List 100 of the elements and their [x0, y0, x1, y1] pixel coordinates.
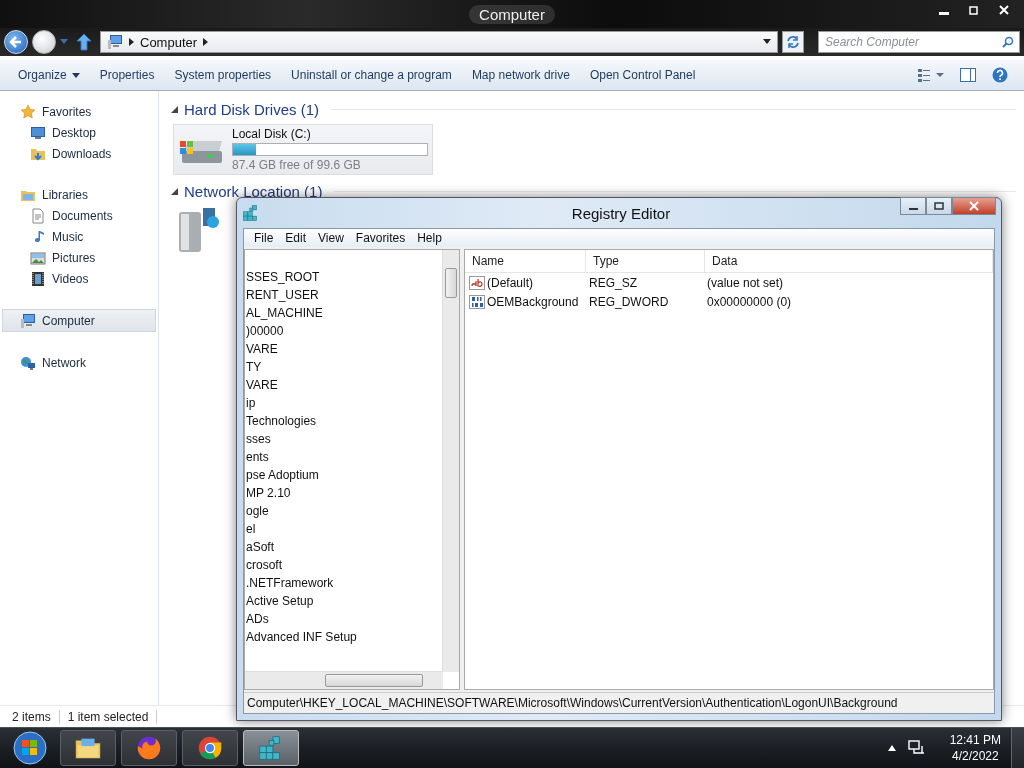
- status-text: 2 items: [4, 710, 60, 724]
- drive-tile[interactable]: Local Disk (C:) 87.4 GB free of 99.6 GB: [173, 124, 433, 175]
- tree-item[interactable]: Technologies: [245, 412, 317, 430]
- tree-item[interactable]: ADs: [245, 610, 269, 628]
- minimize-icon: [939, 11, 949, 15]
- taskbar-button[interactable]: [60, 730, 116, 766]
- tree-item[interactable]: el: [245, 520, 256, 538]
- toolbar-button[interactable]: Uninstall or change a program: [281, 64, 462, 86]
- table-cell-text: (value not set): [706, 275, 784, 290]
- collapse-triangle-icon[interactable]: [171, 106, 178, 113]
- up-arrow-icon[interactable]: [76, 33, 92, 51]
- search-icon: [1002, 36, 1014, 48]
- string-value-icon: [469, 275, 485, 290]
- nav-item[interactable]: Desktop: [0, 122, 158, 143]
- tree-item[interactable]: .NETFramework: [245, 574, 334, 592]
- breadcrumb-item[interactable]: Computer: [140, 34, 198, 50]
- back-arrow-icon: [9, 35, 23, 49]
- tree-item[interactable]: VARE: [245, 340, 278, 358]
- maximize-button[interactable]: [926, 197, 952, 215]
- nav-item[interactable]: Music: [0, 226, 158, 247]
- help-icon: [992, 67, 1008, 83]
- network-icon[interactable]: [907, 740, 926, 756]
- tree-item[interactable]: ents: [245, 448, 269, 466]
- drive-name: Local Disk (C:): [232, 127, 312, 141]
- caret-up-icon[interactable]: [887, 745, 896, 751]
- pane-icon: [960, 68, 976, 82]
- menu-item[interactable]: Help: [411, 231, 448, 245]
- nav-item[interactable]: Network: [0, 352, 158, 373]
- tree-item[interactable]: Active Setup: [245, 592, 314, 610]
- refresh-button[interactable]: [782, 31, 804, 53]
- toolbar-button[interactable]: Organize: [8, 64, 90, 86]
- nav-item[interactable]: Documents: [0, 205, 158, 226]
- computer-icon: [20, 312, 36, 329]
- refresh-icon: [786, 35, 800, 49]
- horizontal-scrollbar[interactable]: [245, 671, 443, 689]
- film-icon: [30, 270, 46, 287]
- nav-item[interactable]: Downloads: [0, 143, 158, 164]
- toolbar-button[interactable]: Properties: [89, 64, 165, 86]
- nav-item[interactable]: Pictures: [0, 247, 158, 268]
- binary-value-icon: [469, 294, 485, 309]
- tree-item[interactable]: pse Adoptium: [245, 466, 319, 484]
- column-header[interactable]: Type: [586, 250, 705, 272]
- chevron-right-icon: [203, 38, 209, 46]
- star-icon: [20, 103, 36, 120]
- tree-item[interactable]: TY: [245, 358, 262, 376]
- toolbar-button[interactable]: Open Control Panel: [579, 64, 706, 86]
- column-header[interactable]: Name: [465, 250, 586, 272]
- menu-item[interactable]: File: [248, 231, 280, 245]
- window-title: Registry Editor: [571, 204, 672, 222]
- menu-item[interactable]: Edit: [279, 231, 313, 245]
- network-drive-icon: [177, 206, 221, 254]
- restore-icon: [969, 5, 979, 15]
- nav-item[interactable]: Libraries: [0, 184, 158, 205]
- desktop-icon: [30, 124, 46, 141]
- back-button[interactable]: [4, 30, 28, 54]
- column-header[interactable]: Data: [705, 250, 993, 272]
- nav-item[interactable]: Favorites: [0, 101, 158, 122]
- forward-button[interactable]: [32, 30, 56, 54]
- vertical-scrollbar[interactable]: [442, 250, 459, 672]
- collapse-triangle-icon[interactable]: [171, 188, 178, 195]
- taskbar-button[interactable]: [121, 730, 177, 766]
- menu-item[interactable]: View: [312, 231, 350, 245]
- picture-icon: [30, 249, 46, 266]
- taskbar-button[interactable]: [182, 730, 238, 766]
- status-bar: Computer\HKEY_LOCAL_MACHINE\SOFTWARE\Microsoft\Windows\CurrentVersion\Authentication\LogonUI\Background: [244, 692, 994, 713]
- menu-item[interactable]: Favorites: [349, 231, 412, 245]
- table-cell: OEMBackground: [465, 294, 582, 309]
- minimize-button[interactable]: [900, 197, 926, 215]
- search-field[interactable]: Search Computer: [818, 31, 1020, 53]
- tree-item[interactable]: sses: [245, 430, 271, 448]
- nav-item[interactable]: Videos: [0, 268, 158, 289]
- close-icon: [999, 5, 1009, 15]
- address-bar[interactable]: Computer: [100, 31, 778, 53]
- close-icon: [969, 201, 979, 211]
- tree-item[interactable]: VARE: [245, 376, 278, 394]
- nav-item[interactable]: Computer: [2, 309, 156, 332]
- table-cell-text: REG_SZ: [588, 275, 638, 290]
- date-text: 4/2/2022: [951, 749, 999, 763]
- tree-item[interactable]: MP 2.10: [245, 484, 291, 502]
- group-header: Hard Disk Drives (1): [184, 101, 319, 118]
- tree-item[interactable]: )00000: [245, 322, 284, 340]
- time-text: 12:41 PM: [949, 733, 1001, 747]
- tree-item[interactable]: RENT_USER: [245, 286, 319, 304]
- tree-item[interactable]: crosoft: [245, 556, 282, 574]
- maximize-icon: [934, 202, 944, 210]
- toolbar-button[interactable]: Map network drive: [461, 64, 580, 86]
- show-desktop-button[interactable]: [1011, 728, 1024, 768]
- tree-item[interactable]: Advanced INF Setup: [245, 628, 357, 646]
- tree-item[interactable]: aSoft: [245, 538, 275, 556]
- clock[interactable]: 12:41 PM 4/2/2022: [941, 733, 1009, 763]
- dropdown-arrow-icon: [71, 72, 80, 78]
- tree-item[interactable]: AL_MACHINE: [245, 304, 323, 322]
- tree-item[interactable]: SSES_ROOT: [245, 268, 320, 286]
- window-title: Computer: [469, 4, 555, 24]
- table-cell-text: 0x00000000 (0): [706, 294, 792, 309]
- toolbar-button[interactable]: System properties: [164, 64, 282, 86]
- dropdown-arrow-icon[interactable]: [763, 39, 771, 45]
- tree-item[interactable]: ip: [245, 394, 256, 412]
- tree-item[interactable]: ogle: [245, 502, 269, 520]
- table-cell: (Default): [465, 275, 582, 290]
